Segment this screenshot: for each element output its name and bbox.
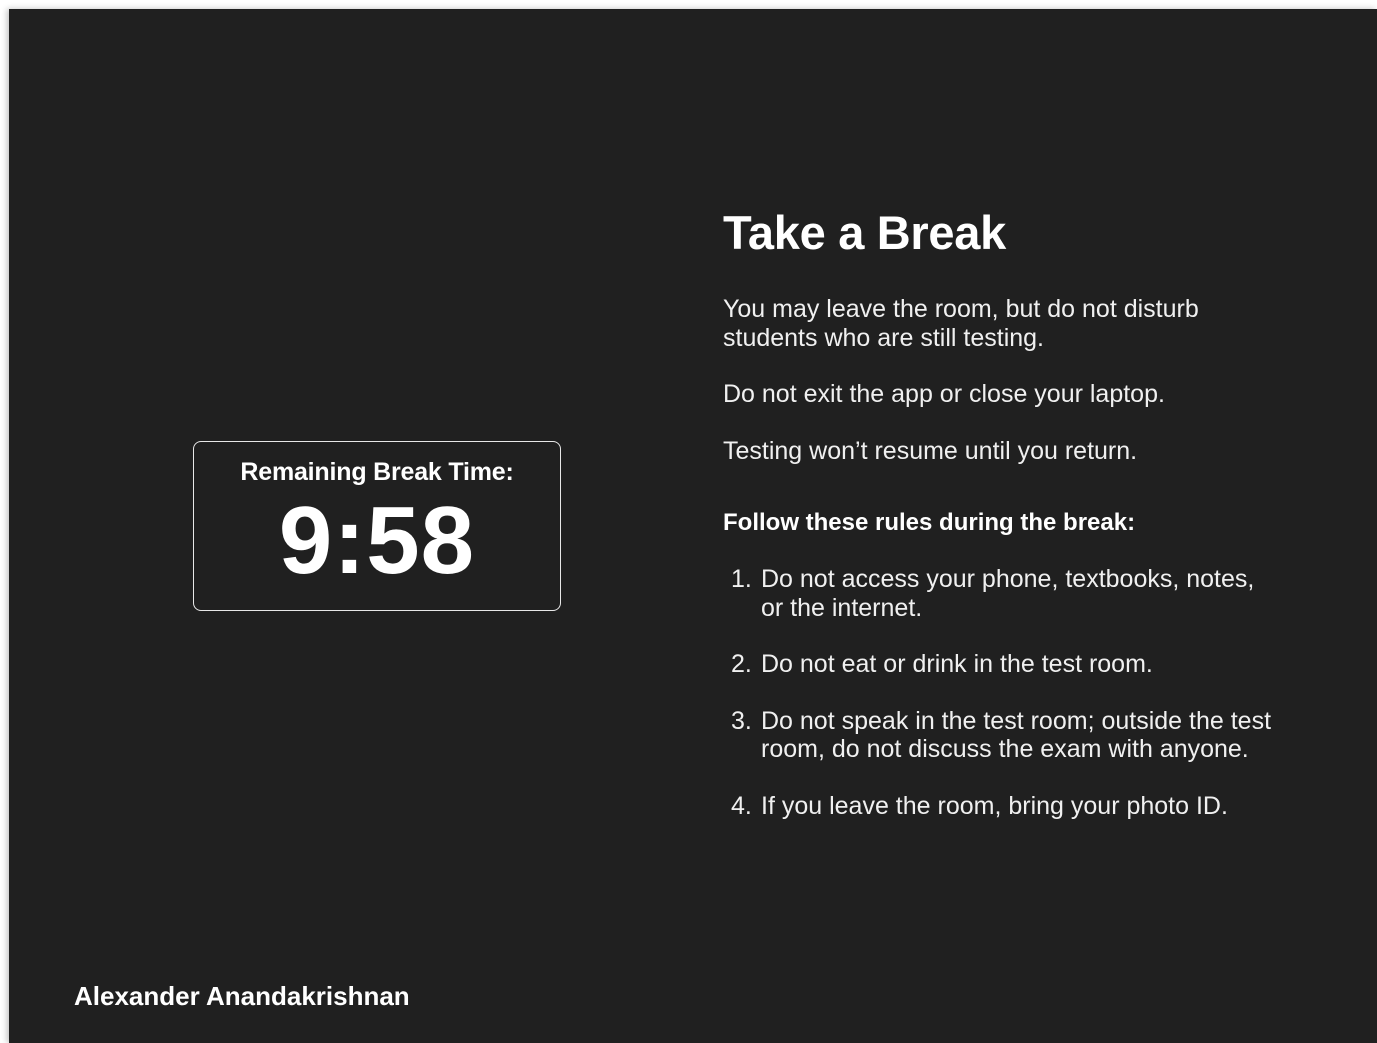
break-timer-panel: Remaining Break Time: 9:58 xyxy=(193,441,561,611)
break-instructions: Take a Break You may leave the room, but… xyxy=(723,203,1283,848)
instruction-paragraph: Do not exit the app or close your laptop… xyxy=(723,380,1165,408)
rules-list: 1. Do not access your phone, textbooks, … xyxy=(723,565,1283,820)
rule-item: 4. If you leave the room, bring your pho… xyxy=(723,792,1283,821)
instruction-paragraph: Testing won’t resume until you return. xyxy=(723,436,1138,465)
rule-text: If you leave the room, bring your photo … xyxy=(761,791,1228,820)
rule-text: Do not eat or drink in the test room. xyxy=(761,650,1153,678)
page-title: Take a Break xyxy=(723,206,1006,259)
rule-number: 4. xyxy=(731,791,752,820)
rule-item: 2. Do not eat or drink in the test room. xyxy=(723,650,1283,679)
rule-text: Do not access your phone, textbooks, not… xyxy=(761,565,1255,622)
rules-heading: Follow these rules during the break: xyxy=(723,509,1136,536)
rule-text: Do not speak in the test room; outside t… xyxy=(761,706,1272,764)
break-screen: Remaining Break Time: 9:58 Take a Break … xyxy=(9,9,1377,1043)
student-name: Alexander Anandakrishnan xyxy=(74,981,410,1011)
rule-item: 3. Do not speak in the test room; outsid… xyxy=(723,707,1283,764)
timer-label: Remaining Break Time: xyxy=(240,458,514,486)
instruction-paragraph: You may leave the room, but do not distu… xyxy=(723,295,1199,352)
timer-value: 9:58 xyxy=(278,487,476,594)
rule-number: 2. xyxy=(731,650,752,678)
rule-number: 3. xyxy=(731,706,752,735)
rule-number: 1. xyxy=(731,565,752,593)
rule-item: 1. Do not access your phone, textbooks, … xyxy=(723,565,1283,622)
